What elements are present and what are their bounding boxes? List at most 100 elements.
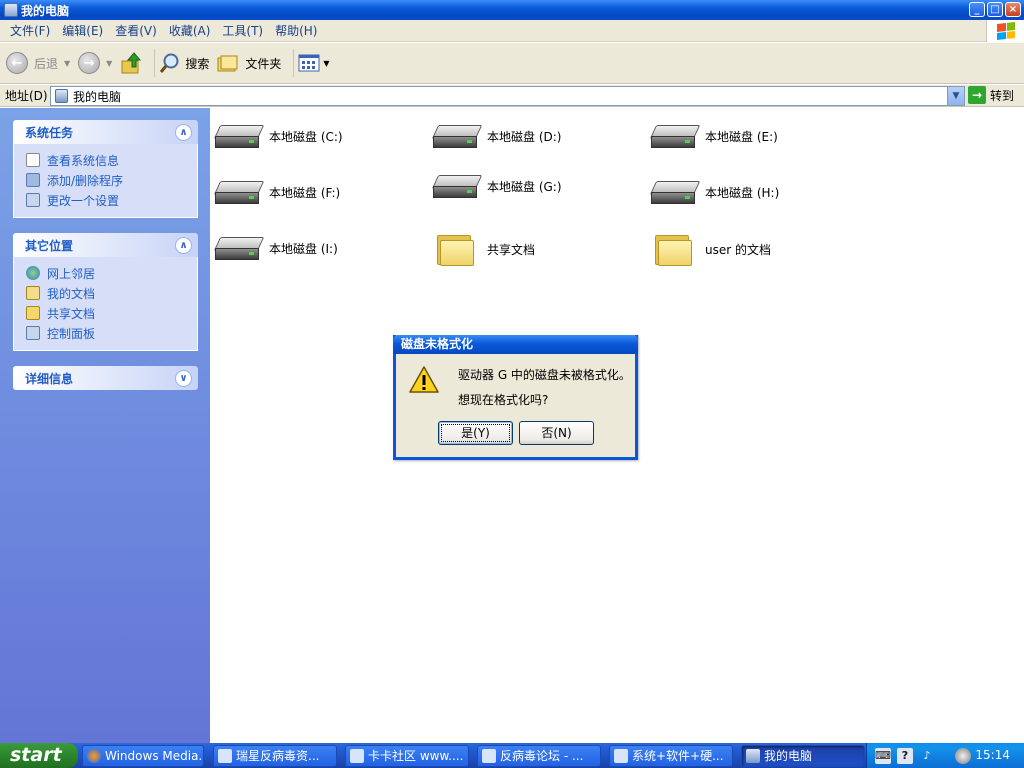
format-disk-dialog[interactable]: 磁盘未格式化 驱动器 G 中的磁盘未被格式化。 想现在格式化吗? 是(Y) 否(… xyxy=(393,335,638,460)
panel-item-label: 共享文档 xyxy=(47,306,96,321)
details-header[interactable]: 详细信息 ∨ xyxy=(13,366,198,390)
other-places-header[interactable]: 其它位置 ∧ xyxy=(13,233,198,257)
taskbar-item-system-software[interactable]: 系统+软件+硬... xyxy=(609,745,733,767)
panel-title: 其它位置 xyxy=(25,238,74,253)
panel-item-label: 控制面板 xyxy=(47,326,96,341)
search-icon xyxy=(160,53,179,73)
user-documents-folder[interactable]: user 的文档 xyxy=(651,229,771,269)
panel-title: 详细信息 xyxy=(25,371,74,386)
clock[interactable]: 15:14 xyxy=(975,748,1010,762)
hard-drive-icon xyxy=(431,121,483,151)
menu-tools[interactable]: 工具(T) xyxy=(216,22,269,39)
panel-item-label: 添加/删除程序 xyxy=(47,173,124,188)
help-icon[interactable]: ? xyxy=(897,747,913,764)
menu-bar: 文件(F) 编辑(E) 查看(V) 收藏(A) 工具(T) 帮助(H) xyxy=(0,20,1024,42)
item-label: 本地磁盘 (G:) xyxy=(487,179,562,194)
expand-icon[interactable]: ∨ xyxy=(175,369,192,387)
back-button[interactable]: ← 后退 ▼ xyxy=(6,48,70,78)
my-documents-link[interactable]: 我的文档 xyxy=(26,283,189,303)
hard-drive-icon xyxy=(213,177,265,207)
restore-button[interactable]: □ xyxy=(987,2,1003,17)
search-button[interactable]: 搜索 xyxy=(159,48,209,78)
task-label: 反病毒论坛 - ... xyxy=(500,749,584,763)
browser-icon xyxy=(350,749,364,763)
hard-drive-icon xyxy=(213,121,265,151)
keyboard-icon[interactable]: ⌨ xyxy=(875,747,891,764)
forward-button[interactable]: → ▼ xyxy=(78,48,112,78)
taskbar-item-windows-media[interactable]: Windows Media... xyxy=(82,745,204,767)
up-folder-button[interactable] xyxy=(120,48,142,78)
media-player-icon xyxy=(87,749,101,763)
drive-h[interactable]: 本地磁盘 (H:) xyxy=(649,174,780,210)
volume-icon[interactable]: ♪ xyxy=(919,748,935,764)
taskbar-item-kaka[interactable]: 卡卡社区 www.... xyxy=(345,745,469,767)
menu-edit[interactable]: 编辑(E) xyxy=(56,22,109,39)
no-button[interactable]: 否(N) xyxy=(519,421,594,445)
panel-title: 系统任务 xyxy=(25,125,74,140)
taskbar-item-rising[interactable]: 瑞星反病毒资... xyxy=(213,745,337,767)
collapse-icon[interactable]: ∧ xyxy=(175,236,192,254)
task-label: 卡卡社区 www.... xyxy=(368,749,464,763)
minimize-button[interactable]: _ xyxy=(969,2,985,17)
taskbar-item-my-computer[interactable]: 我的电脑 xyxy=(741,745,865,767)
menu-view[interactable]: 查看(V) xyxy=(109,22,163,39)
drive-d[interactable]: 本地磁盘 (D:) xyxy=(431,118,561,154)
drive-g[interactable]: 本地磁盘 (G:) xyxy=(431,168,562,204)
folder-icon xyxy=(437,232,477,266)
item-label: 共享文档 xyxy=(487,242,536,257)
add-remove-programs-link[interactable]: 添加/删除程序 xyxy=(26,170,189,190)
collapse-icon[interactable]: ∧ xyxy=(175,123,192,141)
yes-button[interactable]: 是(Y) xyxy=(438,421,513,445)
network-places-link[interactable]: 网上邻居 xyxy=(26,263,189,283)
antivirus-tray-icon[interactable] xyxy=(955,747,971,764)
change-setting-link[interactable]: 更改一个设置 xyxy=(26,190,189,210)
task-label: 瑞星反病毒资... xyxy=(236,749,320,763)
taskbar-item-antivirus-forum[interactable]: 反病毒论坛 - ... xyxy=(477,745,601,767)
task-label: Windows Media... xyxy=(105,749,204,763)
dialog-title[interactable]: 磁盘未格式化 xyxy=(393,335,638,354)
address-dropdown-button[interactable]: ▼ xyxy=(947,87,964,105)
system-tasks-header[interactable]: 系统任务 ∧ xyxy=(13,120,198,144)
shared-documents-folder[interactable]: 共享文档 xyxy=(433,229,535,269)
menu-help[interactable]: 帮助(H) xyxy=(269,22,323,39)
details-panel: 详细信息 ∨ xyxy=(13,366,198,390)
system-tasks-list: 查看系统信息 添加/删除程序 更改一个设置 xyxy=(13,144,198,218)
other-places-list: 网上邻居 我的文档 共享文档 控制面板 xyxy=(13,257,198,351)
shared-documents-link[interactable]: 共享文档 xyxy=(26,303,189,323)
folders-button[interactable]: 文件夹 xyxy=(217,48,281,78)
control-panel-link[interactable]: 控制面板 xyxy=(26,323,189,343)
item-label: 本地磁盘 (H:) xyxy=(705,185,780,200)
task-label: 系统+软件+硬... xyxy=(632,749,724,763)
menu-favorites[interactable]: 收藏(A) xyxy=(163,22,217,39)
title-bar[interactable]: 我的电脑 _ □ × xyxy=(0,0,1024,20)
address-input[interactable]: 我的电脑 ▼ xyxy=(50,86,965,106)
address-label: 地址(D) xyxy=(5,89,48,103)
folder-icon xyxy=(655,232,695,266)
menu-file[interactable]: 文件(F) xyxy=(4,22,56,39)
start-button[interactable]: start xyxy=(0,743,78,768)
chevron-down-icon[interactable]: ▼ xyxy=(64,59,70,68)
views-button[interactable]: ▼ xyxy=(298,48,330,78)
item-label: 本地磁盘 (E:) xyxy=(705,129,778,144)
folders-icon xyxy=(217,55,238,72)
drive-c[interactable]: 本地磁盘 (C:) xyxy=(213,118,343,154)
add-remove-icon xyxy=(26,173,40,187)
other-places-panel: 其它位置 ∧ 网上邻居 我的文档 共享文档 控制面板 xyxy=(13,233,198,351)
close-button[interactable]: × xyxy=(1005,2,1021,17)
hard-drive-icon xyxy=(649,121,701,151)
go-button[interactable]: → 转到 xyxy=(968,86,1014,104)
browser-icon xyxy=(218,749,232,763)
drive-f[interactable]: 本地磁盘 (F:) xyxy=(213,174,341,210)
my-computer-icon xyxy=(746,749,760,763)
item-label: 本地磁盘 (F:) xyxy=(269,185,341,200)
folders-label: 文件夹 xyxy=(245,56,282,71)
warning-icon xyxy=(409,366,439,393)
panel-item-label: 更改一个设置 xyxy=(47,193,120,208)
chevron-down-icon[interactable]: ▼ xyxy=(106,59,112,68)
view-system-info-link[interactable]: 查看系统信息 xyxy=(26,150,189,170)
drive-e[interactable]: 本地磁盘 (E:) xyxy=(649,118,778,154)
system-tray: ⌨ ? ♪ 15:14 xyxy=(866,743,1024,768)
drive-i[interactable]: 本地磁盘 (I:) xyxy=(213,230,338,266)
network-icon xyxy=(26,266,40,280)
item-label: 本地磁盘 (C:) xyxy=(269,129,343,144)
